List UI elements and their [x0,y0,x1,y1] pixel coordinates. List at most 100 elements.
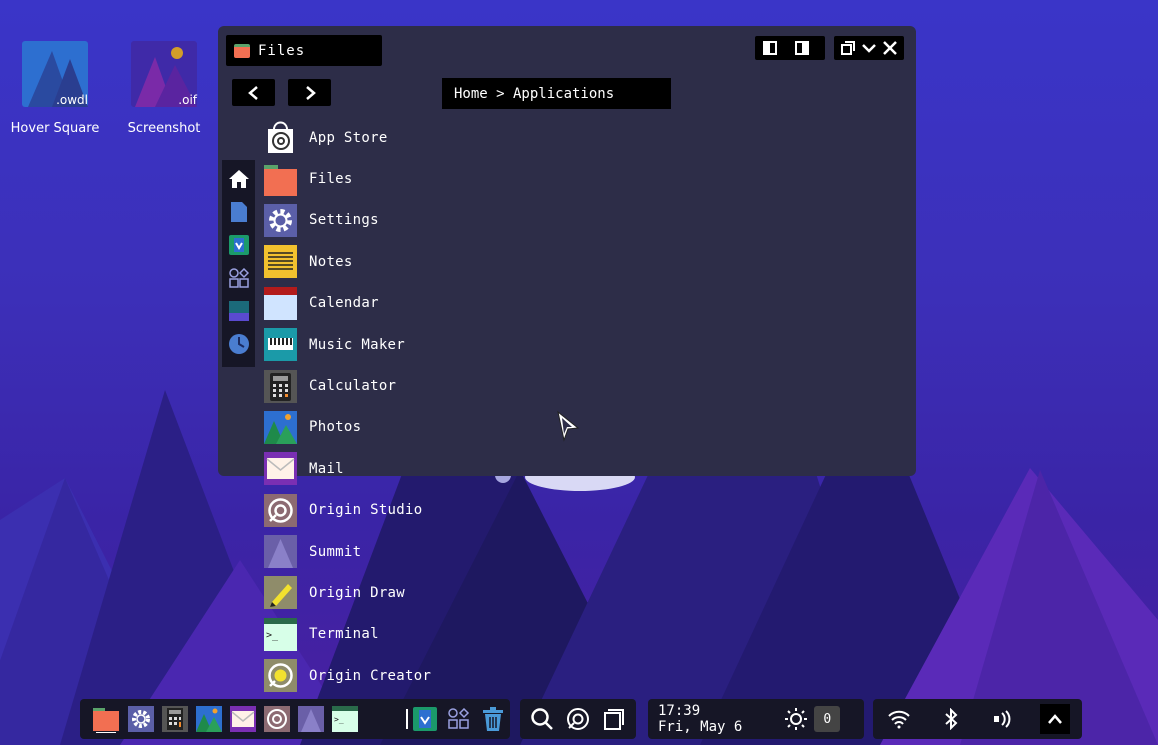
sidebar-item-videos[interactable] [228,300,250,322]
terminal-icon: >_ [332,706,359,732]
gear-icon [128,706,154,732]
dock-trash[interactable] [480,705,506,733]
volume-icon [994,710,1011,728]
dock-summit[interactable] [298,705,325,733]
list-item[interactable]: App Store [264,117,431,158]
desktop-icon-hover-square[interactable]: .owdl Hover Square [5,41,105,136]
wifi-button[interactable] [885,705,913,733]
document-icon: .owdl [22,41,88,107]
creator-icon [264,659,297,693]
summit-icon [264,535,297,569]
forward-button[interactable] [288,79,331,106]
app-name: App Store [309,129,388,146]
breadcrumb[interactable]: Home > Applications [442,78,671,109]
minimize-button[interactable] [861,39,878,57]
dock-downloads[interactable] [412,705,438,733]
notification-badge[interactable]: 0 [814,706,841,732]
chevron-right-icon [305,85,316,100]
assistant-button[interactable] [564,705,592,733]
gear-icon [264,203,297,237]
snap-left-icon [763,41,777,55]
studio-icon [264,493,297,527]
maximize-button[interactable] [840,39,857,57]
bluetooth-button[interactable] [937,705,965,733]
back-button[interactable] [232,79,275,106]
clock: 17:39 Fri, May 6 [648,703,742,735]
list-item[interactable]: Summit [264,531,431,572]
app-name: Music Maker [309,336,406,353]
list-item[interactable]: Origin Studio [264,490,431,531]
notes-icon [264,245,297,279]
workspaces-icon [604,709,624,730]
snap-right-button[interactable] [793,39,811,57]
dock-calculator[interactable] [162,705,189,733]
system-tray [873,699,1082,739]
maximize-icon [841,41,856,55]
svg-text:>_: >_ [334,715,344,724]
list-item[interactable]: Photos [264,407,431,448]
home-icon [228,170,249,188]
search-button[interactable] [528,705,556,733]
dock: >_ [80,699,510,739]
folder-icon [264,163,297,196]
studio-icon [264,706,291,732]
sidebar-item-downloads[interactable] [228,234,250,256]
tray-expand-button[interactable] [1040,704,1071,734]
list-item[interactable]: Notes [264,241,431,282]
app-name: Notes [309,253,353,270]
list-item[interactable]: Files [264,158,431,199]
dock-terminal[interactable]: >_ [332,705,359,733]
list-item[interactable]: Calendar [264,283,431,324]
sidebar-item-documents[interactable] [228,201,250,223]
dock-photos[interactable] [196,705,223,733]
dock-files[interactable] [92,705,120,733]
list-item[interactable]: Origin Creator [264,655,431,696]
mail-icon [264,452,297,486]
clock-panel[interactable]: 17:39 Fri, May 6 0 [648,699,864,739]
app-name: Summit [309,543,362,560]
app-name: Origin Studio [309,502,423,519]
desktop-icon-label: Hover Square [10,121,100,136]
download-icon [412,707,437,731]
snap-left-button[interactable] [761,39,779,57]
app-list: App Store Files Settings Notes Calendar … [264,117,431,696]
terminal-icon: >_ [264,617,297,651]
list-item[interactable]: Origin Draw [264,572,431,613]
sun-icon [785,708,808,730]
dock-origin-studio[interactable] [264,705,291,733]
photos-icon [264,410,297,444]
list-item[interactable]: Music Maker [264,324,431,365]
app-name: Terminal [309,626,379,643]
app-name: Calculator [309,378,397,395]
dock-settings[interactable] [128,705,154,733]
window-title: Files [258,42,306,59]
list-item[interactable]: Mail [264,448,431,489]
list-item[interactable]: >_ Terminal [264,614,431,655]
brightness-button[interactable] [782,705,810,733]
sidebar-item-recent[interactable] [228,333,250,355]
calculator-icon [162,706,189,732]
volume-button[interactable] [988,705,1016,733]
file-extension: .oif [178,93,197,107]
summit-icon [298,706,325,732]
close-button[interactable] [881,39,898,57]
desktop-icon-label: Screenshot [127,121,201,136]
svg-text:>_: >_ [266,630,279,641]
apps-grid-icon [228,268,249,288]
app-name: Mail [309,460,344,477]
download-icon [228,235,249,255]
list-item[interactable]: Settings [264,200,431,241]
list-item[interactable]: Calculator [264,365,431,406]
window-title-bar[interactable]: Files [226,35,382,66]
dock-apps[interactable] [446,705,472,733]
dock-mail[interactable] [230,705,257,733]
sidebar-item-home[interactable] [228,168,250,190]
workspaces-button[interactable] [600,705,628,733]
desktop-icon-screenshot[interactable]: .oif Screenshot [114,41,214,136]
sidebar-item-apps[interactable] [228,267,250,289]
search-icon [531,708,553,730]
quick-actions [520,699,636,739]
calculator-icon [264,369,297,403]
folder-icon [234,43,250,58]
apps-grid-icon [448,708,470,729]
